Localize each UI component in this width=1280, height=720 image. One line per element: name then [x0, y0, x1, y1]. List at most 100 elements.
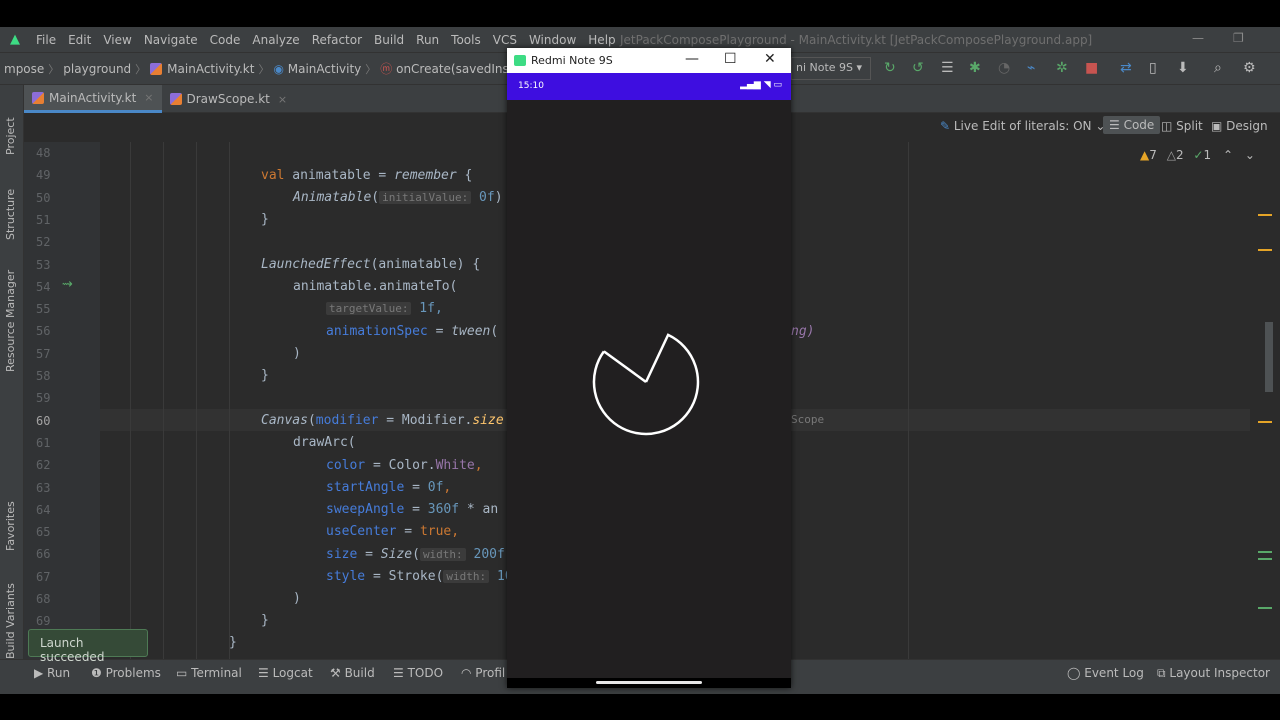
code-line-60[interactable]: Canvas(modifier = Modifier.size: [261, 413, 504, 428]
code-view-button[interactable]: ☰ Code: [1103, 116, 1161, 134]
menu-build[interactable]: Build: [368, 33, 410, 47]
code-line-70[interactable]: }: [229, 635, 237, 650]
code-line-49[interactable]: val animatable = remember {: [261, 168, 472, 183]
menu-vcs[interactable]: VCS: [487, 33, 523, 47]
code-line-51[interactable]: }: [261, 212, 269, 227]
code-line-66[interactable]: size = Size(width: 200f: [326, 547, 505, 562]
breadcrumb-class[interactable]: ◉ MainActivity: [269, 62, 365, 76]
split-view-button[interactable]: ◫ Split: [1161, 119, 1203, 133]
code-line-54[interactable]: animatable.animateTo(: [293, 279, 457, 294]
code-line-55[interactable]: targetValue: 1f,: [326, 301, 443, 316]
profiler-tool-button[interactable]: ◠ Profil: [461, 666, 505, 680]
problems-tool-button[interactable]: ❶ Problems: [91, 666, 161, 680]
menu-window[interactable]: Window: [523, 33, 582, 47]
breadcrumb-package[interactable]: playground: [59, 62, 135, 76]
warning-marker[interactable]: [1258, 421, 1272, 423]
favorites-panel-tab[interactable]: Favorites: [4, 501, 17, 551]
menu-help[interactable]: Help: [582, 33, 621, 47]
launch-succeeded-toast[interactable]: Launch succeeded: [28, 629, 148, 664]
close-icon[interactable]: ×: [278, 93, 287, 106]
build-tool-button[interactable]: ⚒ Build: [330, 666, 375, 680]
minimize-icon[interactable]: —: [1192, 31, 1204, 45]
sdk-manager-icon[interactable]: ⬇: [1177, 60, 1189, 76]
menu-run[interactable]: Run: [410, 33, 445, 47]
code-token: =: [370, 168, 395, 183]
menu-analyze[interactable]: Analyze: [246, 33, 305, 47]
breadcrumb-file[interactable]: MainActivity.kt: [146, 62, 258, 76]
menu-edit[interactable]: Edit: [62, 33, 97, 47]
code-token: Stroke(: [388, 569, 444, 584]
chevron-down-icon[interactable]: ⌄: [1245, 148, 1255, 162]
line-number: 55: [36, 302, 51, 317]
layout-inspector-button[interactable]: ⧉ Layout Inspector: [1157, 666, 1270, 681]
close-icon[interactable]: ×: [144, 91, 153, 104]
warning-marker[interactable]: [1258, 214, 1272, 216]
tab-drawscope[interactable]: DrawScope.kt ×: [162, 85, 296, 113]
build-variants-panel-tab[interactable]: Build Variants: [4, 583, 17, 659]
line-number: 50: [36, 190, 51, 205]
code-token: remember: [394, 168, 457, 183]
terminal-tool-button[interactable]: ▭ Terminal: [176, 666, 242, 680]
ok-marker[interactable]: [1258, 607, 1272, 609]
list-icon[interactable]: ☰: [941, 60, 954, 76]
apply-code-changes-icon[interactable]: ↺: [912, 60, 924, 76]
home-gesture-bar[interactable]: [596, 681, 702, 684]
restore-icon[interactable]: ❐: [1233, 31, 1244, 45]
inspections-widget[interactable]: ▲7 △2 ✓1 ⌃ ⌄: [1140, 148, 1255, 162]
attach-debugger-icon[interactable]: ⌁: [1027, 60, 1035, 76]
live-edit-toggle[interactable]: ✎ Live Edit of literals: ON ⌄: [940, 119, 1105, 133]
code-line-53[interactable]: LaunchedEffect(animatable) {: [261, 257, 480, 272]
device-manager-icon[interactable]: ▯: [1149, 60, 1157, 76]
phone-screen[interactable]: [507, 100, 791, 678]
code-line-63[interactable]: startAngle = 0f,: [326, 480, 451, 495]
sync-icon[interactable]: ⇄: [1120, 60, 1132, 76]
chevron-up-icon[interactable]: ⌃: [1223, 148, 1233, 162]
search-icon[interactable]: ⌕: [1214, 60, 1222, 76]
menu-code[interactable]: Code: [204, 33, 247, 47]
code-line-61[interactable]: drawArc(: [293, 435, 356, 450]
warning-marker[interactable]: [1258, 249, 1272, 251]
menu-refactor[interactable]: Refactor: [306, 33, 368, 47]
resource-manager-panel-tab[interactable]: Resource Manager: [4, 270, 17, 372]
structure-panel-tab[interactable]: Structure: [4, 189, 17, 240]
menu-tools[interactable]: Tools: [445, 33, 487, 47]
line-number: 68: [36, 592, 51, 606]
tab-mainactivity[interactable]: MainActivity.kt ×: [24, 85, 162, 113]
code-line-57[interactable]: ): [293, 346, 301, 361]
settings-gear-icon[interactable]: ⚙: [1243, 60, 1256, 76]
line-number: 52: [36, 235, 51, 250]
code-line-58[interactable]: }: [261, 368, 269, 383]
code-line-65[interactable]: useCenter = true,: [326, 524, 459, 539]
debug-icon[interactable]: ✱: [969, 60, 981, 76]
ok-marker[interactable]: [1258, 558, 1272, 560]
breadcrumb-module[interactable]: mpose: [0, 62, 48, 76]
logcat-tool-button[interactable]: ☰ Logcat: [258, 666, 313, 680]
profile-icon[interactable]: ◔: [998, 60, 1010, 76]
code-line-68[interactable]: ): [293, 591, 301, 606]
menu-file[interactable]: File: [30, 33, 62, 47]
compose-preview-icon[interactable]: ⇝: [62, 277, 73, 292]
code-line-67[interactable]: style = Stroke(width: 10: [326, 569, 513, 584]
code-line-50[interactable]: Animatable(initialValue: 0f): [293, 190, 503, 205]
stop-icon[interactable]: ■: [1085, 60, 1098, 76]
todo-tool-button[interactable]: ☰ TODO: [393, 666, 443, 680]
run-debug-icon[interactable]: ✲: [1056, 60, 1068, 76]
menu-view[interactable]: View: [97, 33, 137, 47]
emulator-title-bar[interactable]: Redmi Note 9S — ☐ ✕: [507, 48, 791, 73]
device-selector[interactable]: ni Note 9S ▾: [791, 57, 871, 80]
ok-marker[interactable]: [1258, 551, 1272, 553]
project-panel-tab[interactable]: Project: [4, 117, 17, 155]
code-line-64[interactable]: sweepAngle = 360f * an: [326, 502, 498, 517]
menu-navigate[interactable]: Navigate: [138, 33, 204, 47]
editor-scrollbar-thumb[interactable]: [1265, 322, 1273, 392]
maximize-icon[interactable]: ☐: [724, 51, 737, 67]
minimize-icon[interactable]: —: [685, 51, 699, 67]
run-tool-button[interactable]: ▶ Run: [34, 666, 70, 680]
code-line-62[interactable]: color = Color.White,: [326, 458, 483, 473]
close-icon[interactable]: ✕: [764, 51, 776, 67]
design-view-button[interactable]: ▣ Design: [1211, 119, 1268, 133]
apply-changes-restart-icon[interactable]: ↻: [884, 60, 896, 76]
code-line-56[interactable]: animationSpec = tween(: [326, 324, 498, 339]
code-line-69[interactable]: }: [261, 613, 269, 628]
event-log-button[interactable]: ◯ Event Log: [1067, 666, 1144, 680]
